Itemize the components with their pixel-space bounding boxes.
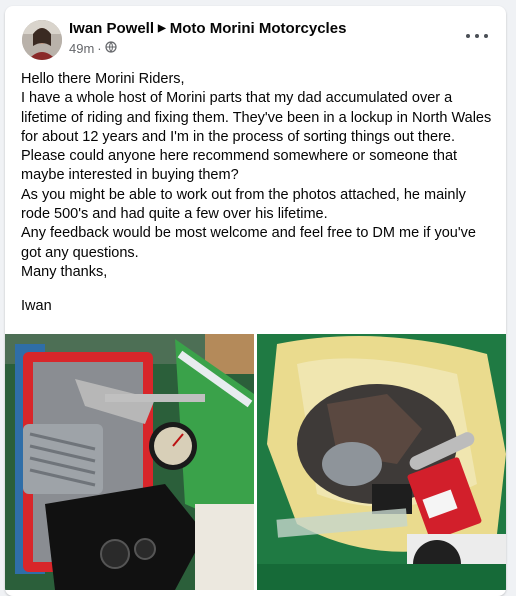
post-card: Iwan Powell ▶ Moto Morini Motorcycles 49…: [5, 6, 506, 596]
globe-icon[interactable]: [105, 41, 117, 56]
author-name[interactable]: Iwan Powell: [69, 20, 154, 37]
body-line: Please could anyone here recommend somew…: [21, 148, 458, 184]
post-title: Iwan Powell ▶ Moto Morini Motorcycles: [69, 20, 346, 37]
body-line: Hello there Morini Riders,: [21, 71, 185, 87]
post-body: Hello there Morini Riders, I have a whol…: [21, 70, 496, 317]
body-line: As you might be able to work out from th…: [21, 186, 466, 223]
dot-separator: ·: [97, 41, 102, 56]
caret-right-icon: ▶: [158, 23, 166, 34]
body-line: Many thanks,: [21, 263, 108, 280]
author-avatar[interactable]: [22, 20, 62, 60]
photo-grid: [5, 334, 506, 590]
photo-parts-box[interactable]: [5, 334, 254, 590]
post-meta: 49m ·: [69, 41, 117, 56]
body-line: Any feedback would be most welcome and f…: [21, 225, 476, 261]
more-options-icon[interactable]: [466, 28, 488, 44]
photo-parts-bag[interactable]: [257, 334, 506, 590]
post-time[interactable]: 49m: [69, 41, 94, 56]
group-name[interactable]: Moto Morini Motorcycles: [170, 20, 347, 37]
post-header: Iwan Powell ▶ Moto Morini Motorcycles 49…: [5, 6, 506, 68]
body-line: I have a whole host of Morini parts that…: [21, 90, 492, 145]
signature: Iwan: [21, 298, 52, 315]
